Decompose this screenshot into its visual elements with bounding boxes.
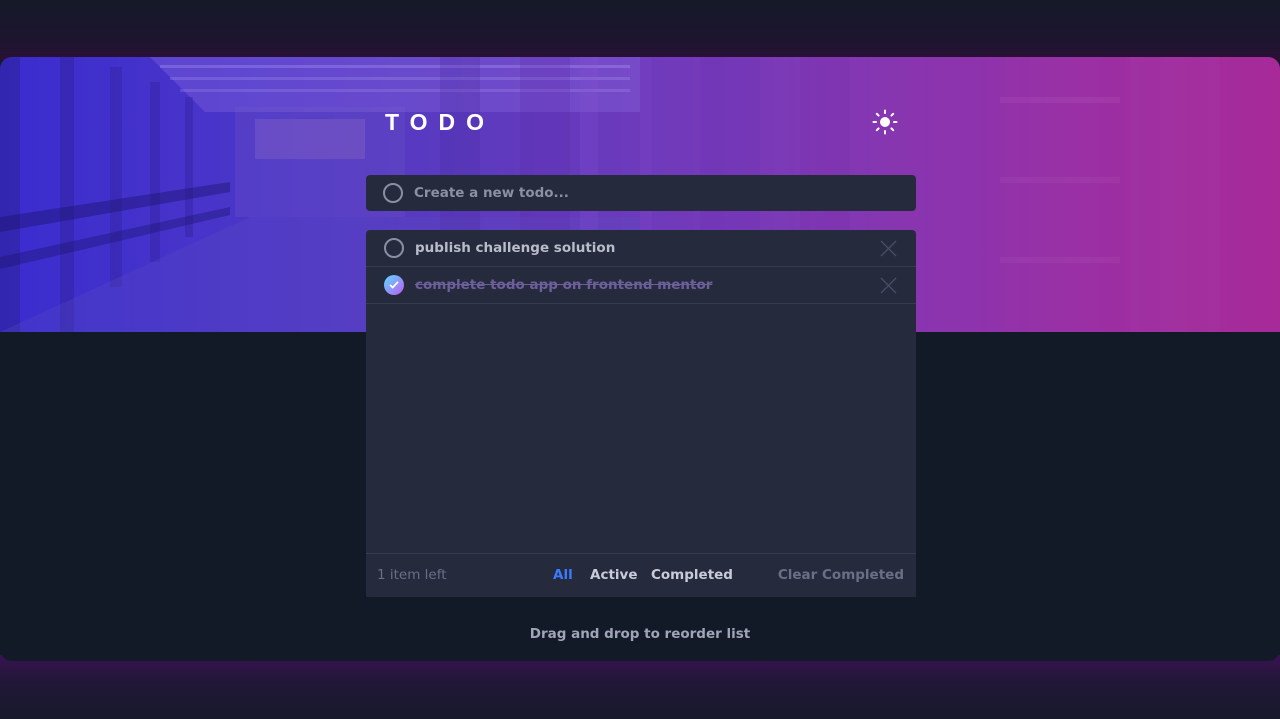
todo-text: complete todo app on frontend mentor: [415, 277, 713, 293]
top-glow: [0, 0, 1280, 60]
theme-toggle-button[interactable]: [872, 109, 898, 135]
page: TODO Create a new todo... publish challe…: [0, 0, 1280, 719]
filter-all-button[interactable]: All: [553, 567, 573, 583]
todo-item[interactable]: publish challenge solution: [366, 230, 916, 267]
clear-completed-button[interactable]: Clear Completed: [778, 567, 904, 583]
check-icon: [389, 281, 399, 289]
todo-checkbox[interactable]: [384, 238, 404, 258]
new-todo-circle-icon: [383, 183, 403, 203]
todo-text: publish challenge solution: [415, 240, 616, 256]
items-left-count: 1 item left: [377, 567, 447, 583]
new-todo-bar: [366, 175, 916, 211]
list-footer: 1 item left All Active Completed Clear C…: [366, 553, 916, 597]
todo-checkbox-checked[interactable]: [384, 275, 404, 295]
new-todo-input[interactable]: [414, 185, 894, 201]
filter-active-button[interactable]: Active: [590, 567, 638, 583]
app-title: TODO: [385, 109, 496, 135]
delete-cross-icon[interactable]: [880, 240, 897, 257]
todo-list: publish challenge solution complete todo…: [366, 230, 916, 597]
todo-item[interactable]: complete todo app on frontend mentor: [366, 267, 916, 304]
filter-completed-button[interactable]: Completed: [651, 567, 733, 583]
app-window: TODO Create a new todo... publish challe…: [0, 57, 1280, 661]
bottom-glow: [0, 655, 1280, 719]
drag-drop-hint: Drag and drop to reorder list: [529, 626, 751, 642]
delete-cross-icon[interactable]: [880, 277, 897, 294]
sun-icon: [872, 109, 898, 135]
